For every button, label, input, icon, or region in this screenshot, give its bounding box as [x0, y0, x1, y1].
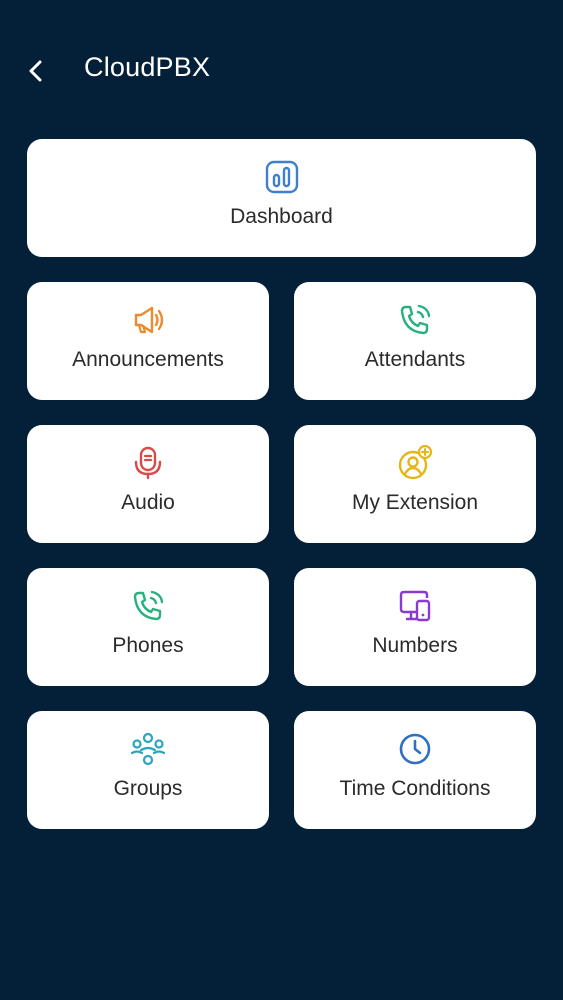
- user-add-icon: [398, 445, 433, 480]
- groups-card[interactable]: Groups: [27, 711, 269, 829]
- phone-call-icon: [400, 304, 431, 335]
- attendants-card[interactable]: Attendants: [294, 282, 536, 400]
- microphone-icon: [134, 446, 162, 480]
- phones-card[interactable]: Phones: [27, 568, 269, 686]
- devices-icon: [399, 590, 431, 622]
- audio-label: Audio: [121, 491, 175, 514]
- time-conditions-label: Time Conditions: [339, 777, 491, 800]
- chevron-left-icon[interactable]: [22, 56, 52, 86]
- audio-card[interactable]: Audio: [27, 425, 269, 543]
- app-header: CloudPBX: [0, 0, 563, 140]
- page-title: CloudPBX: [84, 52, 211, 82]
- users-group-icon: [130, 732, 166, 766]
- dashboard-label: Dashboard: [230, 205, 333, 228]
- numbers-label: Numbers: [372, 634, 458, 657]
- groups-label: Groups: [113, 777, 183, 800]
- phones-label: Phones: [112, 634, 184, 657]
- my-extension-label: My Extension: [351, 491, 479, 514]
- clock-icon: [399, 733, 431, 765]
- announcements-card[interactable]: Announcements: [27, 282, 269, 400]
- numbers-card[interactable]: Numbers: [294, 568, 536, 686]
- bar-chart-icon: [265, 160, 298, 194]
- attendants-label: Attendants: [364, 348, 466, 371]
- time-conditions-card[interactable]: Time Conditions: [294, 711, 536, 829]
- phone-call-icon: [133, 590, 164, 621]
- announcements-label: Announcements: [72, 348, 224, 371]
- megaphone-icon: [134, 306, 164, 334]
- my-extension-card[interactable]: My Extension: [294, 425, 536, 543]
- dashboard-card[interactable]: Dashboard: [27, 139, 536, 257]
